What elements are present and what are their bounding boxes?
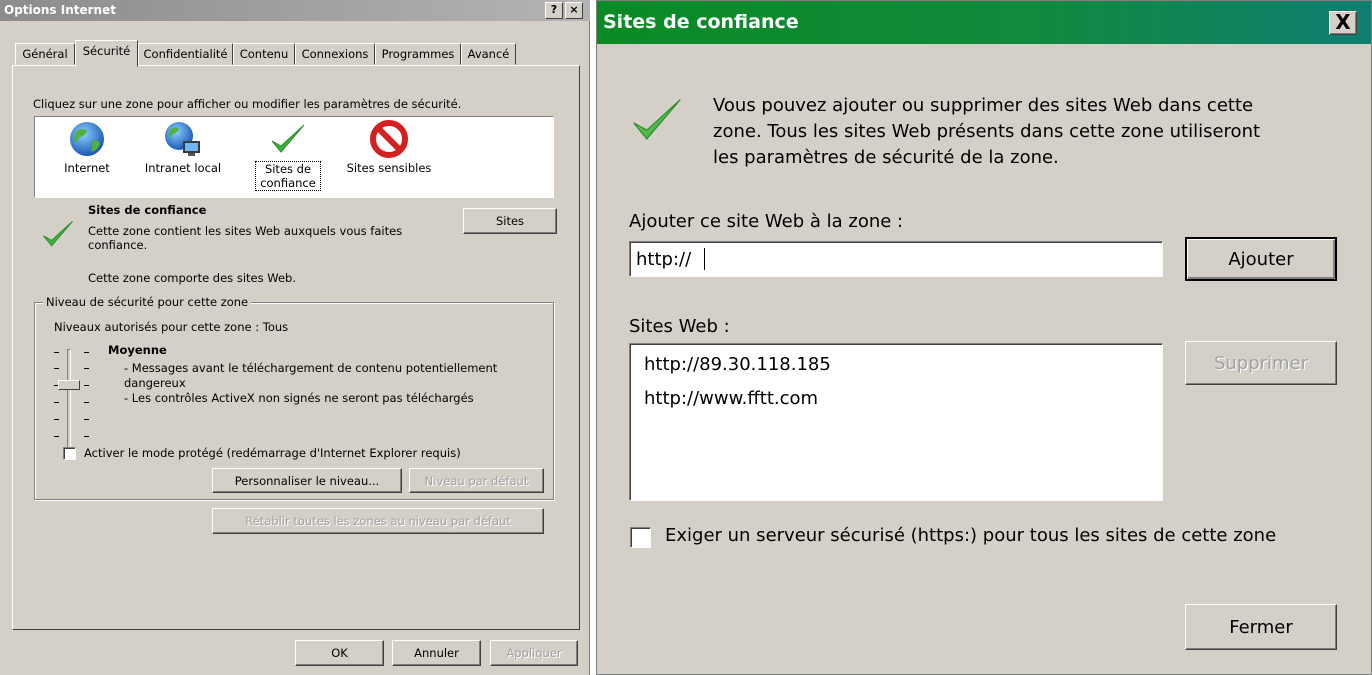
add-site-field[interactable]: http:// (629, 241, 1163, 277)
tab-contenu[interactable]: Contenu (233, 43, 295, 65)
checkmark-icon (266, 119, 310, 159)
zone-prompt: Cliquez sur une zone pour afficher ou mo… (33, 97, 462, 111)
list-item[interactable]: http://www.fftt.com (644, 388, 818, 409)
zone-list: Internet Intranet local Sites de confian… (34, 116, 554, 198)
tab-securite[interactable]: Sécurité (75, 40, 138, 67)
add-site-input-value: http:// (636, 249, 692, 270)
reset-all-zones-button[interactable]: Rétablir toutes les zones au niveau par … (212, 508, 544, 534)
add-button[interactable]: Ajouter (1185, 237, 1337, 281)
websites-list[interactable]: http://89.30.118.185 http://www.fftt.com (629, 343, 1163, 501)
trusted-sites-title: Sites de confiance (603, 11, 799, 33)
restricted-icon (367, 119, 411, 159)
slider-track (67, 349, 71, 456)
slider-tick (84, 385, 89, 386)
internet-options-dialog: Options Internet ? × Général Sécurité Co… (0, 0, 590, 675)
ok-button[interactable]: OK (295, 640, 384, 666)
slider-tick (84, 436, 89, 437)
zone-desc-line1: Cette zone contient les sites Web auxque… (88, 224, 403, 238)
slider-tick (54, 368, 59, 369)
intro-line3: les paramètres de sécurité de la zone. (713, 147, 1059, 168)
zone-restricted-sites[interactable]: Sites sensibles (341, 119, 437, 175)
slider-tick (84, 352, 89, 353)
zone-trusted-label-line2: confiance (260, 176, 316, 190)
trusted-checkmark-icon (38, 214, 78, 254)
level-desc-line1: - Messages avant le téléchargement de co… (124, 361, 498, 375)
zone-internet[interactable]: Internet (55, 119, 119, 175)
slider-tick (54, 419, 59, 420)
trusted-sites-titlebar: Sites de confiance (597, 1, 1371, 44)
slider-tick (84, 368, 89, 369)
protected-mode-checkbox[interactable] (63, 447, 76, 460)
help-button[interactable]: ? (545, 2, 563, 19)
allowed-levels-text: Niveaux autorisés pour cette zone : Tous (54, 320, 289, 334)
level-name: Moyenne (108, 343, 167, 357)
globe-icon (65, 119, 109, 159)
intro-line2: zone. Tous les sites Web présents dans c… (713, 121, 1261, 142)
intranet-icon (161, 119, 205, 159)
level-desc-line3: - Les contrôles ActiveX non signés ne se… (124, 391, 474, 405)
slider-thumb[interactable] (58, 380, 80, 390)
zone-has-sites: Cette zone comporte des sites Web. (88, 271, 296, 285)
zone-restricted-label: Sites sensibles (346, 161, 432, 175)
sites-button[interactable]: Sites (463, 208, 557, 234)
level-desc-line2: dangereux (124, 376, 186, 390)
zone-internet-label: Internet (64, 161, 110, 175)
require-https-checkbox[interactable] (630, 527, 651, 548)
trusted-close-x-button[interactable]: X (1329, 11, 1357, 35)
zone-intranet-label: Intranet local (144, 161, 222, 175)
slider-tick (84, 419, 89, 420)
slider-tick (54, 402, 59, 403)
internet-options-titlebar: Options Internet (0, 0, 590, 21)
remove-button[interactable]: Supprimer (1185, 341, 1337, 385)
custom-level-button[interactable]: Personnaliser le niveau... (212, 468, 402, 493)
apply-button[interactable]: Appliquer (490, 640, 578, 666)
text-cursor (704, 248, 705, 270)
slider-tick (54, 352, 59, 353)
add-site-label: Ajouter ce site Web à la zone : (629, 211, 904, 232)
slider-tick (54, 436, 59, 437)
zone-trusted-label-line1: Sites de (264, 162, 312, 176)
list-item[interactable]: http://89.30.118.185 (644, 354, 831, 375)
tab-programmes[interactable]: Programmes (375, 43, 461, 65)
protected-mode-label: Activer le mode protégé (redémarrage d'I… (84, 446, 461, 460)
zone-trusted-sites[interactable]: Sites de confiance (255, 119, 321, 191)
zone-trusted-label: Sites de confiance (255, 161, 321, 191)
trusted-sites-dialog: Sites de confiance X Vous pouvez ajouter… (596, 0, 1372, 675)
intro-line1: Vous pouvez ajouter ou supprimer des sit… (713, 95, 1254, 116)
default-level-button[interactable]: Niveau par défaut (409, 468, 544, 493)
require-https-label: Exiger un serveur sécurisé (https:) pour… (665, 525, 1277, 546)
tab-general[interactable]: Général (15, 43, 75, 65)
zone-intranet-local[interactable]: Intranet local (141, 119, 225, 175)
tab-connexions[interactable]: Connexions (295, 43, 375, 65)
tab-confidentialite[interactable]: Confidentialité (138, 43, 233, 65)
close-button[interactable]: × (565, 2, 583, 19)
websites-label: Sites Web : (629, 316, 730, 337)
internet-options-title: Options Internet (4, 3, 116, 17)
zone-desc-line2: confiance. (88, 238, 148, 252)
tab-avance[interactable]: Avancé (461, 43, 516, 65)
checkmark-icon (625, 89, 689, 153)
close-button[interactable]: Fermer (1185, 604, 1337, 650)
cancel-button[interactable]: Annuler (392, 640, 481, 666)
slider-tick (84, 402, 89, 403)
security-level-legend: Niveau de sécurité pour cette zone (43, 295, 252, 309)
zone-title: Sites de confiance (88, 203, 207, 217)
